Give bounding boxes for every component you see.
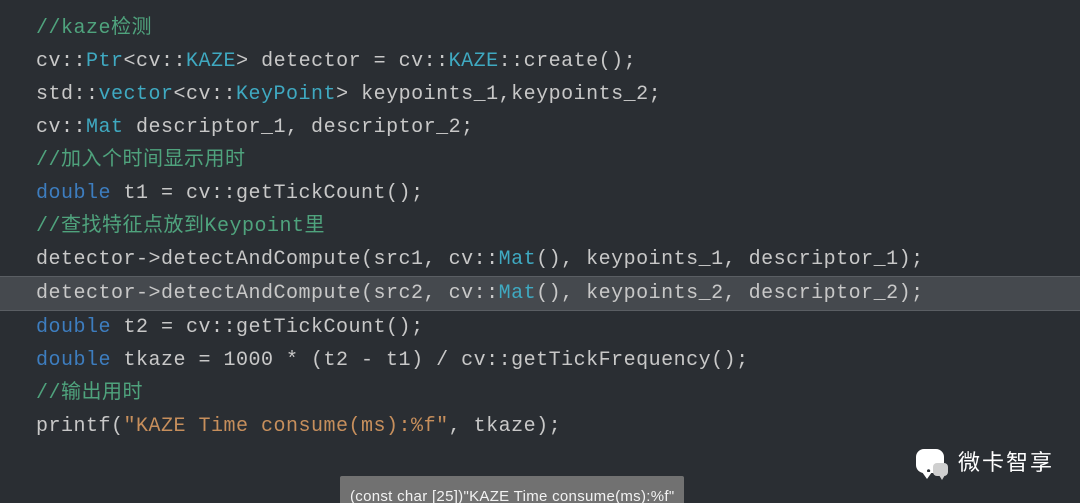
watermark: ••• 微卡智享 <box>912 446 1054 479</box>
code-editor[interactable]: //kaze检测 cv::Ptr<cv::KAZE> detector = cv… <box>0 0 1080 503</box>
code-line-highlighted: detector->detectAndCompute(src2, cv::Mat… <box>0 276 1080 311</box>
code-line: double t1 = cv::getTickCount(); <box>0 177 1080 210</box>
code-line: std::vector<cv::KeyPoint> keypoints_1,ke… <box>0 78 1080 111</box>
comment-text: //加入个时间显示用时 <box>36 149 246 172</box>
code-line: //查找特征点放到Keypoint里 <box>0 210 1080 243</box>
code-line: cv::Mat descriptor_1, descriptor_2; <box>0 111 1080 144</box>
string-literal: "KAZE Time consume(ms):%f" <box>124 415 449 438</box>
hover-tooltip: (const char [25])"KAZE Time consume(ms):… <box>340 476 684 503</box>
code-line: printf("KAZE Time consume(ms):%f", tkaze… <box>0 410 1080 443</box>
code-line: //输出用时 <box>0 377 1080 410</box>
comment-text: //kaze检测 <box>36 17 152 40</box>
chat-bubble-icon: ••• <box>912 447 948 479</box>
watermark-text: 微卡智享 <box>958 446 1054 479</box>
comment-text: //查找特征点放到Keypoint里 <box>36 215 325 238</box>
comment-text: //输出用时 <box>36 382 143 405</box>
code-line: //加入个时间显示用时 <box>0 144 1080 177</box>
code-line: detector->detectAndCompute(src1, cv::Mat… <box>0 243 1080 276</box>
code-line: cv::Ptr<cv::KAZE> detector = cv::KAZE::c… <box>0 45 1080 78</box>
code-line: double tkaze = 1000 * (t2 - t1) / cv::ge… <box>0 344 1080 377</box>
code-line: double t2 = cv::getTickCount(); <box>0 311 1080 344</box>
code-line: //kaze检测 <box>0 12 1080 45</box>
